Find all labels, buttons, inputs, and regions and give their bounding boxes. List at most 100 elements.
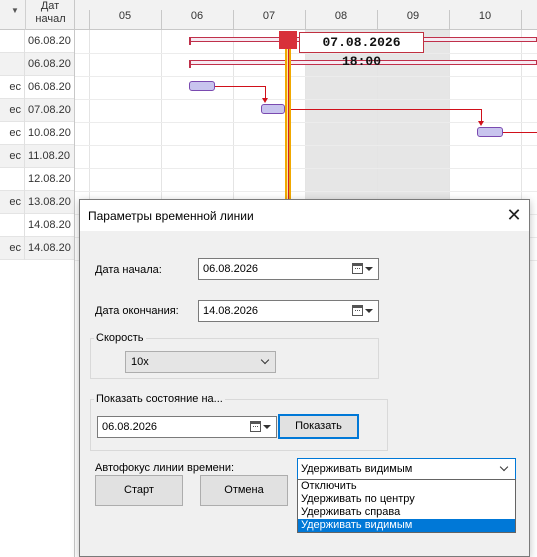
row-start-date: 13.08.20 xyxy=(28,196,71,208)
start-date-label: Дата начала: xyxy=(95,264,162,276)
table-row[interactable]: 06.08.20 xyxy=(0,53,74,76)
chevron-down-icon xyxy=(499,462,509,472)
day-column-header: 09 xyxy=(406,10,420,22)
autofocus-select[interactable]: Удерживать видимым xyxy=(297,458,516,480)
table-row[interactable]: 14.08.20 xyxy=(0,214,74,237)
timeline-handle[interactable] xyxy=(279,31,297,49)
header-separator xyxy=(521,10,522,30)
table-row[interactable]: ес 06.08.20 xyxy=(0,76,74,99)
row-gridline xyxy=(75,145,537,146)
row-start-date: 07.08.20 xyxy=(28,104,71,116)
end-date-label: Дата окончания: xyxy=(95,305,179,317)
start-date-value: 06.08.2026 xyxy=(203,263,259,275)
header-separator xyxy=(89,10,90,30)
day-column-header: 08 xyxy=(334,10,348,22)
header-separator xyxy=(161,10,162,30)
row-cell-truncated: ес xyxy=(0,237,25,260)
header-separator xyxy=(377,10,378,30)
show-state-date-input[interactable]: 06.08.2026 xyxy=(97,416,277,438)
row-cell-truncated xyxy=(0,30,25,53)
row-cell-truncated xyxy=(0,168,25,191)
row-gridline xyxy=(75,99,537,100)
table-row[interactable]: ес 13.08.20 xyxy=(0,191,74,214)
dropdown-option[interactable]: Удерживать по центру xyxy=(298,493,515,506)
row-start-date: 11.08.20 xyxy=(28,150,71,162)
dropdown-option[interactable]: Удерживать справа xyxy=(298,506,515,519)
dependency-arrow-icon xyxy=(478,121,484,126)
autofocus-value: Удерживать видимым xyxy=(301,463,413,475)
row-gridline xyxy=(75,191,537,192)
grid-header: ▼ Дат начал xyxy=(0,0,74,30)
row-cell-truncated: ес xyxy=(0,99,25,122)
dropdown-option[interactable]: Удерживать видимым xyxy=(298,519,515,532)
close-icon[interactable]: ✕ xyxy=(499,200,529,231)
row-gridline xyxy=(75,168,537,169)
day-column-header: 07 xyxy=(262,10,276,22)
dependency-link xyxy=(503,132,537,133)
table-row[interactable]: 12.08.20 xyxy=(0,168,74,191)
row-start-date: 14.08.20 xyxy=(28,242,71,254)
summary-bar-start xyxy=(189,60,191,68)
cancel-button[interactable]: Отмена xyxy=(200,475,288,506)
row-gridline xyxy=(75,53,537,54)
show-button[interactable]: Показать xyxy=(278,414,359,439)
table-row[interactable]: ес 14.08.20 xyxy=(0,237,74,260)
task-bar[interactable] xyxy=(189,81,215,91)
speed-group-title: Скорость xyxy=(94,332,146,344)
timeline-date-label: 07.08.2026 18:00 xyxy=(299,32,424,69)
gantt-timescale-header: 05 06 07 08 09 10 xyxy=(75,0,537,30)
table-row[interactable]: ес 07.08.20 xyxy=(0,99,74,122)
row-cell-truncated xyxy=(0,214,25,237)
dropdown-option[interactable]: Отключить xyxy=(298,480,515,493)
header-separator xyxy=(233,10,234,30)
row-start-date: 06.08.20 xyxy=(28,58,71,70)
chevron-down-icon xyxy=(260,355,270,365)
dependency-link xyxy=(215,86,266,87)
header-separator xyxy=(305,10,306,30)
table-row[interactable]: 06.08.20 xyxy=(0,30,74,53)
autofocus-label: Автофокус линии времени: xyxy=(95,462,235,474)
header-separator xyxy=(449,10,450,30)
summary-bar-start xyxy=(189,37,191,45)
table-row[interactable]: ес 11.08.20 xyxy=(0,145,74,168)
dependency-arrow-icon xyxy=(262,98,268,103)
end-date-input[interactable]: 14.08.2026 xyxy=(198,300,379,322)
task-bar[interactable] xyxy=(477,127,503,137)
row-cell-truncated: ес xyxy=(0,122,25,145)
dependency-link xyxy=(285,109,482,110)
row-cell-truncated: ес xyxy=(0,76,25,99)
day-column-header: 06 xyxy=(190,10,204,22)
speed-value: 10x xyxy=(131,356,149,368)
row-start-date: 14.08.20 xyxy=(28,219,71,231)
calendar-icon[interactable] xyxy=(250,420,272,434)
autofocus-dropdown-list: Отключить Удерживать по центру Удерживать … xyxy=(297,479,516,533)
table-row[interactable]: ес 10.08.20 xyxy=(0,122,74,145)
end-date-value: 14.08.2026 xyxy=(203,305,259,317)
calendar-icon[interactable] xyxy=(352,304,374,318)
speed-select[interactable]: 10x xyxy=(125,351,276,373)
dialog-titlebar[interactable]: Параметры временной линии ✕ xyxy=(80,200,529,231)
row-gridline xyxy=(75,122,537,123)
dialog-title: Параметры временной линии xyxy=(88,209,254,223)
grid-rows: 06.08.20 06.08.20 ес 06.08.20 ес 07.08.20 ес 10… xyxy=(0,30,74,260)
row-start-date: 12.08.20 xyxy=(28,173,71,185)
row-start-date: 10.08.20 xyxy=(28,127,71,139)
task-grid: ▼ Дат начал 06.08.20 06.08.20 ес 06.08.20 ес… xyxy=(0,0,75,557)
day-column-header: 10 xyxy=(478,10,492,22)
row-gridline xyxy=(75,76,537,77)
calendar-icon[interactable] xyxy=(352,262,374,276)
show-state-date-value: 06.08.2026 xyxy=(102,421,158,433)
column-header-start-date-line1[interactable]: Дат xyxy=(30,0,70,13)
start-date-input[interactable]: 06.08.2026 xyxy=(198,258,379,280)
row-cell-truncated xyxy=(0,53,25,76)
header-separator[interactable] xyxy=(25,0,26,30)
row-start-date: 06.08.20 xyxy=(28,81,71,93)
column-header-start-date-line2[interactable]: начал xyxy=(28,13,73,26)
row-cell-truncated: ес xyxy=(0,191,25,214)
start-button[interactable]: Старт xyxy=(95,475,183,506)
column-dropdown-icon[interactable]: ▼ xyxy=(11,6,19,15)
row-cell-truncated: ес xyxy=(0,145,25,168)
row-start-date: 06.08.20 xyxy=(28,35,71,47)
day-column-header: 05 xyxy=(118,10,132,22)
task-bar[interactable] xyxy=(261,104,285,114)
